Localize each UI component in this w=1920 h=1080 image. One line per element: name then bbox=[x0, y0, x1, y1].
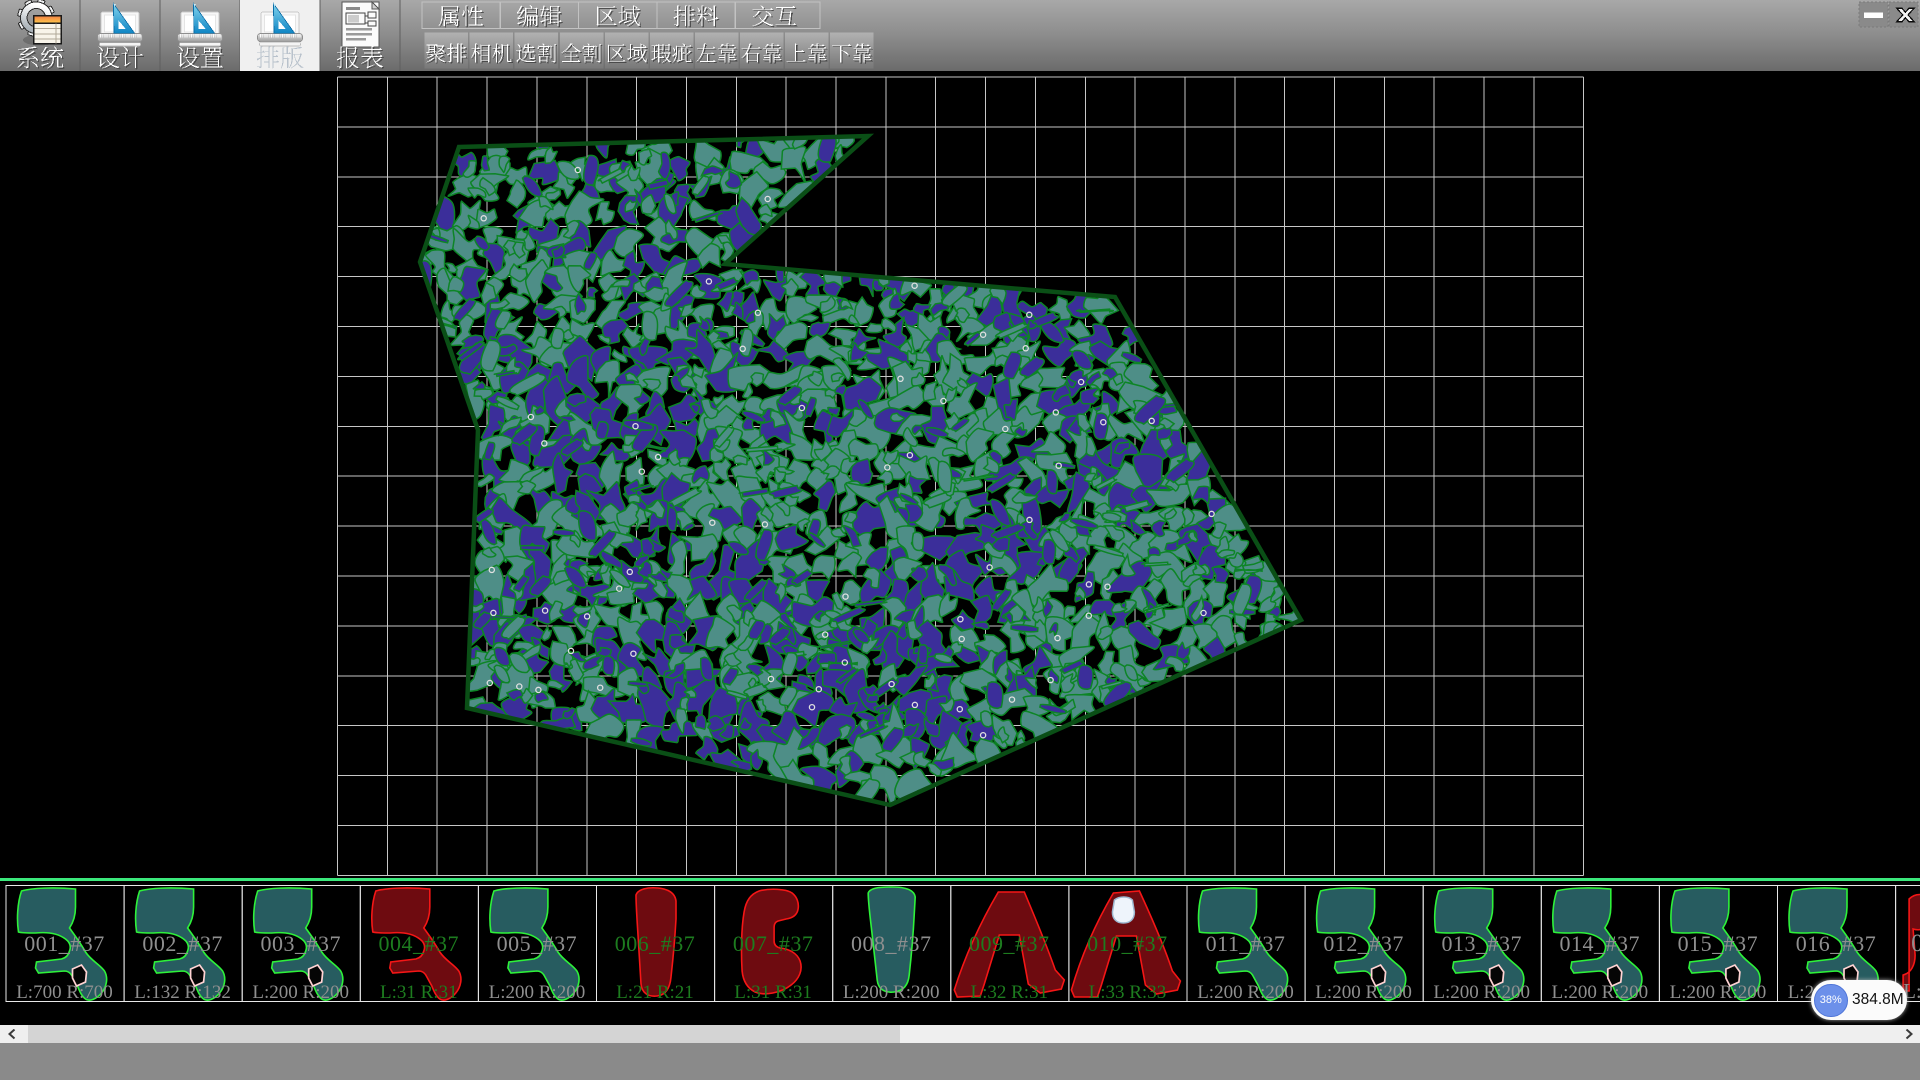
svg-text:0: 0 bbox=[1911, 930, 1920, 957]
svg-text:003_#37: 003_#37 bbox=[260, 931, 341, 956]
svg-text:L:200 R:200: L:200 R:200 bbox=[843, 982, 940, 1002]
svg-text:015_#37: 015_#37 bbox=[1678, 931, 1759, 956]
svg-text:008_#37: 008_#37 bbox=[851, 931, 932, 956]
svg-text:001_#37: 001_#37 bbox=[24, 931, 105, 956]
svg-text:002_#37: 002_#37 bbox=[142, 931, 223, 956]
svg-text:L:32 R:31: L:32 R:31 bbox=[971, 982, 1049, 1002]
svg-text:013_#37: 013_#37 bbox=[1441, 931, 1522, 956]
svg-text:L:700 R:700: L:700 R:700 bbox=[16, 982, 113, 1002]
svg-text:011_#37: 011_#37 bbox=[1206, 931, 1286, 956]
svg-text:L:200 R:200: L:200 R:200 bbox=[1552, 982, 1649, 1002]
svg-text:L:21 R:21: L:21 R:21 bbox=[616, 982, 694, 1002]
svg-text:L:200 R:200: L:200 R:200 bbox=[489, 982, 586, 1002]
svg-text:L:200 R:200: L:200 R:200 bbox=[1670, 982, 1767, 1002]
svg-text:010_#37: 010_#37 bbox=[1087, 931, 1168, 956]
svg-text:016_#37: 016_#37 bbox=[1796, 931, 1877, 956]
svg-text:L:31 R:31: L:31 R:31 bbox=[380, 982, 458, 1002]
svg-text:004_#37: 004_#37 bbox=[379, 931, 460, 956]
svg-text:009_#37: 009_#37 bbox=[969, 931, 1050, 956]
svg-text:006_#37: 006_#37 bbox=[615, 931, 696, 956]
svg-text:L:33 R:33: L:33 R:33 bbox=[1089, 982, 1167, 1002]
svg-text:L:31 R:31: L:31 R:31 bbox=[734, 982, 812, 1002]
svg-text:L:200 R:200: L:200 R:200 bbox=[1433, 982, 1530, 1002]
svg-text:005_#37: 005_#37 bbox=[497, 931, 578, 956]
svg-text:L:200 R:200: L:200 R:200 bbox=[252, 982, 349, 1002]
svg-text:L:132 R:132: L:132 R:132 bbox=[134, 982, 231, 1002]
svg-text:L:200 R:200: L:200 R:200 bbox=[1315, 982, 1412, 1002]
svg-text:007_#37: 007_#37 bbox=[733, 931, 814, 956]
svg-text:014_#37: 014_#37 bbox=[1560, 931, 1641, 956]
svg-text:L:200 R:200: L:200 R:200 bbox=[1197, 982, 1294, 1002]
svg-text:012_#37: 012_#37 bbox=[1323, 931, 1404, 956]
